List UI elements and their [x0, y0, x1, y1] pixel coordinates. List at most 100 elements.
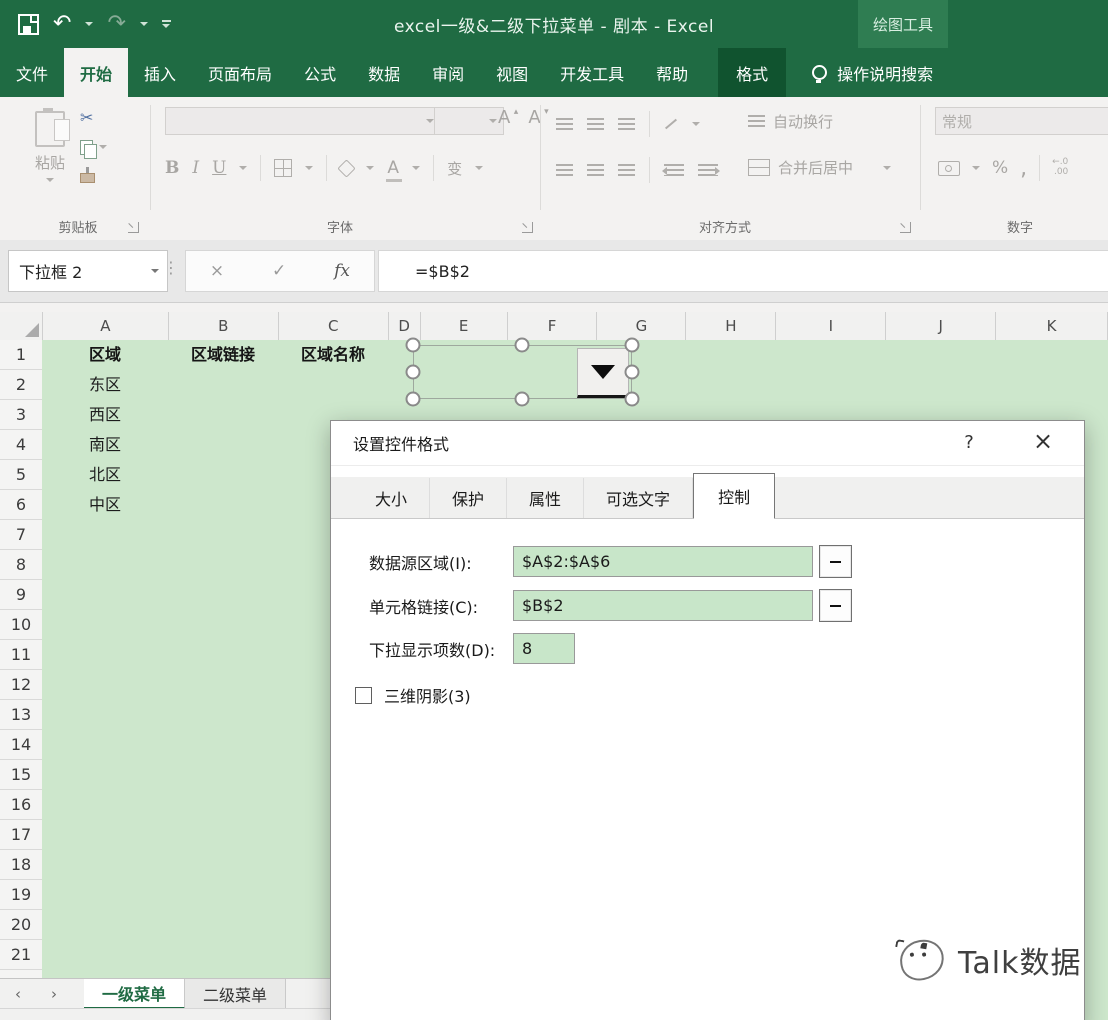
dialog-tab-alt-text[interactable]: 可选文字: [584, 478, 694, 518]
tell-me-box[interactable]: 操作说明搜索: [786, 48, 1108, 97]
enter-icon[interactable]: ✓: [272, 261, 286, 281]
borders-dropdown-icon[interactable]: [305, 166, 314, 170]
next-sheet-icon[interactable]: ›: [36, 979, 72, 1009]
tab-developer[interactable]: 开发工具: [544, 48, 640, 97]
save-icon[interactable]: [18, 13, 39, 35]
increase-decimal-icon[interactable]: ←.0: [1052, 157, 1068, 167]
align-bottom-icon[interactable]: [618, 117, 635, 131]
row-header[interactable]: 10: [0, 610, 42, 640]
align-left-icon[interactable]: [556, 163, 573, 177]
increase-indent-icon[interactable]: [698, 163, 720, 177]
row-header[interactable]: 5: [0, 460, 42, 490]
selection-handle-bottom-left[interactable]: [405, 391, 421, 407]
column-header[interactable]: H: [686, 312, 777, 340]
row-header[interactable]: 4: [0, 430, 42, 460]
bold-button[interactable]: B: [165, 158, 179, 178]
merge-center-icon[interactable]: [748, 159, 770, 176]
orientation-dropdown-icon[interactable]: [692, 122, 700, 126]
row-header[interactable]: 22: [0, 970, 42, 978]
select-all-button[interactable]: [0, 312, 43, 340]
region-cell[interactable]: 东区: [42, 370, 168, 400]
row-header[interactable]: 8: [0, 550, 42, 580]
column-header[interactable]: E: [421, 312, 508, 340]
orientation-icon[interactable]: [664, 118, 678, 130]
row-header[interactable]: 16: [0, 790, 42, 820]
tab-file[interactable]: 文件: [0, 48, 64, 97]
selection-handle-top-right[interactable]: [624, 337, 640, 353]
insert-function-icon[interactable]: fx: [334, 261, 350, 281]
format-painter-icon[interactable]: [80, 167, 95, 183]
selection-handle-bottom-middle[interactable]: [514, 391, 530, 407]
name-box-dropdown-icon[interactable]: [151, 269, 159, 273]
decrease-font-icon[interactable]: A ▾: [528, 107, 548, 128]
row-header[interactable]: 1: [0, 340, 42, 370]
row-header[interactable]: 13: [0, 700, 42, 730]
row-header[interactable]: 17: [0, 820, 42, 850]
row-header[interactable]: 11: [0, 640, 42, 670]
tab-review[interactable]: 审阅: [416, 48, 480, 97]
align-right-icon[interactable]: [618, 163, 635, 177]
copy-icon[interactable]: [80, 139, 97, 159]
cell-B1[interactable]: 区域链接: [168, 340, 278, 370]
tab-view[interactable]: 视图: [480, 48, 544, 97]
dialog-tab-size[interactable]: 大小: [353, 478, 431, 518]
comma-style-icon[interactable]: ,: [1020, 156, 1027, 181]
phonetic-dropdown-icon[interactable]: [475, 166, 484, 170]
font-color-dropdown-icon[interactable]: [412, 166, 421, 170]
row-header[interactable]: 15: [0, 760, 42, 790]
column-header[interactable]: I: [776, 312, 887, 340]
phonetic-guide-icon[interactable]: 变: [447, 158, 462, 179]
row-header[interactable]: 6: [0, 490, 42, 520]
column-header[interactable]: A: [43, 312, 169, 340]
region-cell[interactable]: 中区: [42, 490, 168, 520]
underline-button[interactable]: U: [212, 158, 226, 178]
column-header[interactable]: F: [508, 312, 598, 340]
align-top-icon[interactable]: [556, 117, 573, 131]
input-range-field[interactable]: $A$2:$A$6: [513, 546, 813, 577]
selection-handle-middle-right[interactable]: [624, 364, 640, 380]
copy-dropdown-icon[interactable]: [99, 145, 107, 149]
fill-color-dropdown-icon[interactable]: [366, 166, 375, 170]
cell-C1[interactable]: 区域名称: [278, 340, 388, 370]
increase-font-icon[interactable]: A ▴: [498, 107, 518, 128]
sheet-tab-level1[interactable]: 一级菜单: [84, 979, 186, 1009]
cell-link-select-button[interactable]: [819, 589, 852, 622]
row-header[interactable]: 7: [0, 520, 42, 550]
row-header[interactable]: 21: [0, 940, 42, 970]
alignment-dialog-launcher[interactable]: [900, 222, 911, 233]
paste-dropdown-icon[interactable]: [46, 178, 54, 182]
row-header[interactable]: 2: [0, 370, 42, 400]
cancel-icon[interactable]: ×: [210, 261, 224, 281]
tab-insert[interactable]: 插入: [128, 48, 192, 97]
close-icon[interactable]: ×: [1026, 427, 1060, 457]
help-icon[interactable]: ?: [954, 429, 984, 457]
region-cell[interactable]: 西区: [42, 400, 168, 430]
column-header[interactable]: C: [279, 312, 389, 340]
tab-home[interactable]: 开始: [64, 48, 129, 97]
selection-handle-top-middle[interactable]: [514, 337, 530, 353]
row-header[interactable]: 18: [0, 850, 42, 880]
align-center-icon[interactable]: [587, 163, 604, 177]
decrease-decimal-icon[interactable]: .00: [1054, 167, 1068, 177]
number-format-combo[interactable]: 常规: [935, 107, 1108, 135]
prev-sheet-icon[interactable]: ‹: [0, 979, 36, 1009]
column-header[interactable]: D: [389, 312, 421, 340]
percent-style-icon[interactable]: %: [992, 158, 1008, 178]
underline-dropdown-icon[interactable]: [239, 166, 248, 170]
merge-dropdown-icon[interactable]: [883, 165, 892, 170]
tab-page-layout[interactable]: 页面布局: [192, 48, 288, 97]
align-middle-icon[interactable]: [587, 117, 604, 131]
tab-data[interactable]: 数据: [352, 48, 416, 97]
selection-handle-top-left[interactable]: [405, 337, 421, 353]
dialog-tab-control[interactable]: 控制: [693, 473, 776, 519]
dialog-tab-protection[interactable]: 保护: [430, 478, 508, 518]
font-color-icon[interactable]: A: [386, 159, 402, 182]
undo-icon[interactable]: ↶: [53, 13, 71, 35]
row-header[interactable]: 3: [0, 400, 42, 430]
font-size-combo[interactable]: [434, 107, 504, 135]
dropdown-button[interactable]: [577, 348, 629, 398]
decrease-indent-icon[interactable]: [662, 163, 684, 177]
sheet-tab-level2[interactable]: 二级菜单: [185, 979, 287, 1009]
customize-qat-icon[interactable]: [161, 20, 171, 28]
input-range-select-button[interactable]: [819, 545, 852, 578]
